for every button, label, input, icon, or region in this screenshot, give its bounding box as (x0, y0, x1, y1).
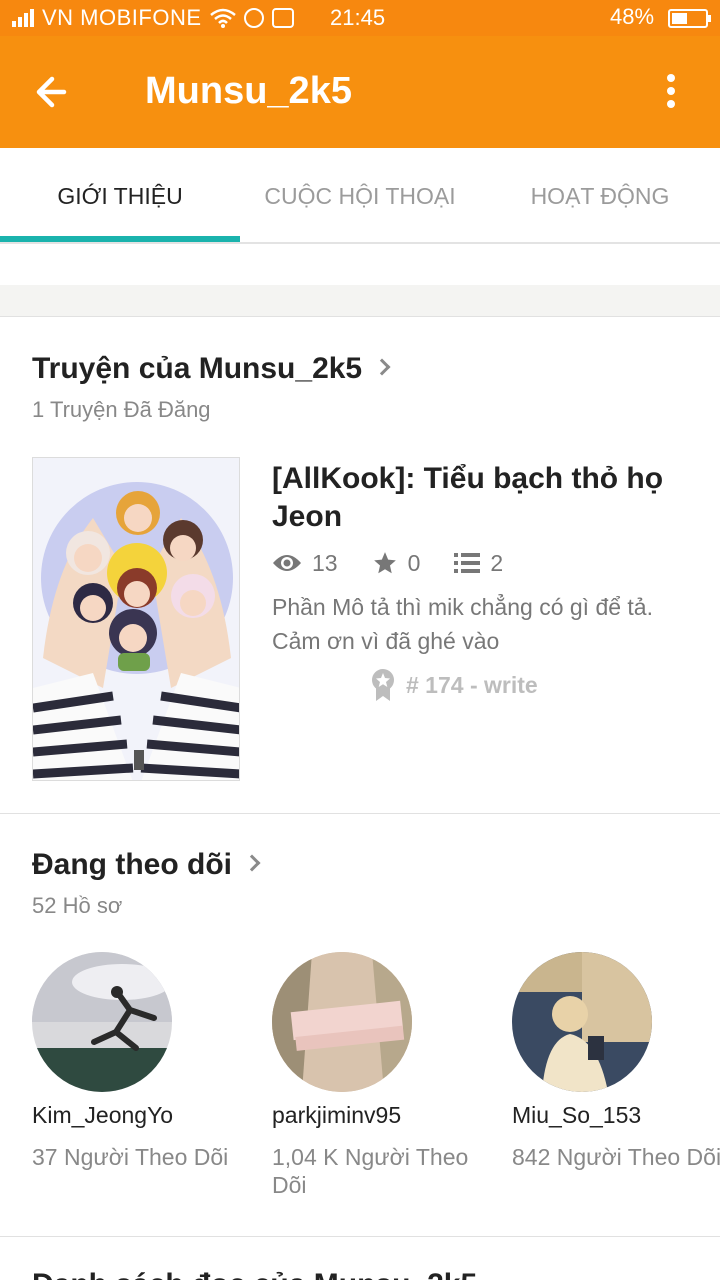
battery-icon (668, 9, 711, 28)
clock: 21:45 (330, 5, 386, 30)
following-profile[interactable]: Miu_So_153 842 Người Theo Dõi (512, 952, 720, 1171)
parts-stat: 2 (454, 550, 503, 577)
tab-bar: GIỚI THIỆU CUỘC HỘI THOẠI HOẠT ĐỘNG (0, 148, 720, 244)
ribbon-badge-icon (372, 669, 394, 701)
page-title: Munsu_2k5 (145, 70, 352, 112)
following-title: Đang theo dõi (32, 848, 232, 881)
story-rank[interactable]: # 174 - write (370, 668, 538, 702)
chevron-right-icon (243, 854, 261, 872)
following-header[interactable]: Đang theo dõi (32, 848, 261, 882)
avatar[interactable] (32, 952, 172, 1092)
stories-count: 1 Truyện Đã Đăng (32, 397, 211, 422)
avatar[interactable] (272, 952, 412, 1092)
app-bar: Munsu_2k5 (0, 36, 720, 148)
following-profile[interactable]: Kim_JeongYo 37 Người Theo Dõi (32, 952, 262, 1171)
story-cover-image[interactable] (32, 457, 240, 781)
chevron-right-icon (373, 358, 391, 376)
battery-percent: 48% (610, 4, 655, 29)
profile-followers: 37 Người Theo Dõi (32, 1144, 229, 1170)
avatar[interactable] (512, 952, 652, 1092)
divider (0, 813, 720, 814)
back-button[interactable] (30, 70, 82, 114)
views-stat: 13 (272, 550, 338, 577)
arrow-left-icon (36, 76, 67, 108)
tab-about[interactable]: GIỚI THIỆU (0, 148, 240, 244)
divider (0, 1236, 720, 1237)
more-vertical-icon (656, 74, 686, 108)
following-profile[interactable]: parkjiminv95 1,04 K Người Theo Dõi (272, 952, 502, 1199)
signal-icon (12, 9, 34, 27)
tab-conversations[interactable]: CUỘC HỘI THOẠI (240, 148, 480, 244)
tab-activity[interactable]: HOẠT ĐỘNG (480, 148, 720, 244)
following-count: 52 Hồ sơ (32, 893, 123, 918)
w-app-icon (271, 8, 294, 28)
tab-indicator (0, 236, 240, 242)
parts-count: 2 (490, 549, 504, 576)
list-icon (454, 553, 481, 573)
carrier-name: VN MOBIFONE (42, 5, 202, 30)
profile-name: parkjiminv95 (272, 1102, 402, 1128)
profile-name: Kim_JeongYo (32, 1102, 174, 1128)
stories-header[interactable]: Truyện của Munsu_2k5 (32, 352, 391, 386)
story-stats: 13 0 2 (272, 546, 537, 580)
story-description: Phần Mô tả thì mik chẳng có gì để tả. Cả… (272, 594, 653, 654)
rank-text: # 174 - write (406, 671, 538, 698)
stories-title: Truyện của Munsu_2k5 (32, 352, 363, 385)
more-options-button[interactable] (656, 74, 686, 114)
reading-list-header[interactable]: Danh sách đọc của Munsu_2k5 (32, 1268, 477, 1280)
star-icon (373, 552, 396, 574)
section-separator (0, 285, 720, 317)
wifi-icon (209, 8, 236, 28)
profile-followers: 1,04 K Người Theo Dõi (272, 1144, 469, 1198)
views-count: 13 (312, 549, 338, 576)
status-bar: VN MOBIFONE 21:45 48% (0, 0, 720, 36)
profile-name: Miu_So_153 (512, 1102, 642, 1128)
messenger-icon (243, 8, 264, 28)
profile-followers: 842 Người Theo Dõi (512, 1144, 720, 1170)
stars-count: 0 (407, 549, 421, 576)
eye-icon (273, 555, 301, 571)
stars-stat: 0 (372, 549, 421, 577)
story-title[interactable]: [AllKook]: Tiểu bạch thỏ họ Jeon (272, 460, 672, 536)
